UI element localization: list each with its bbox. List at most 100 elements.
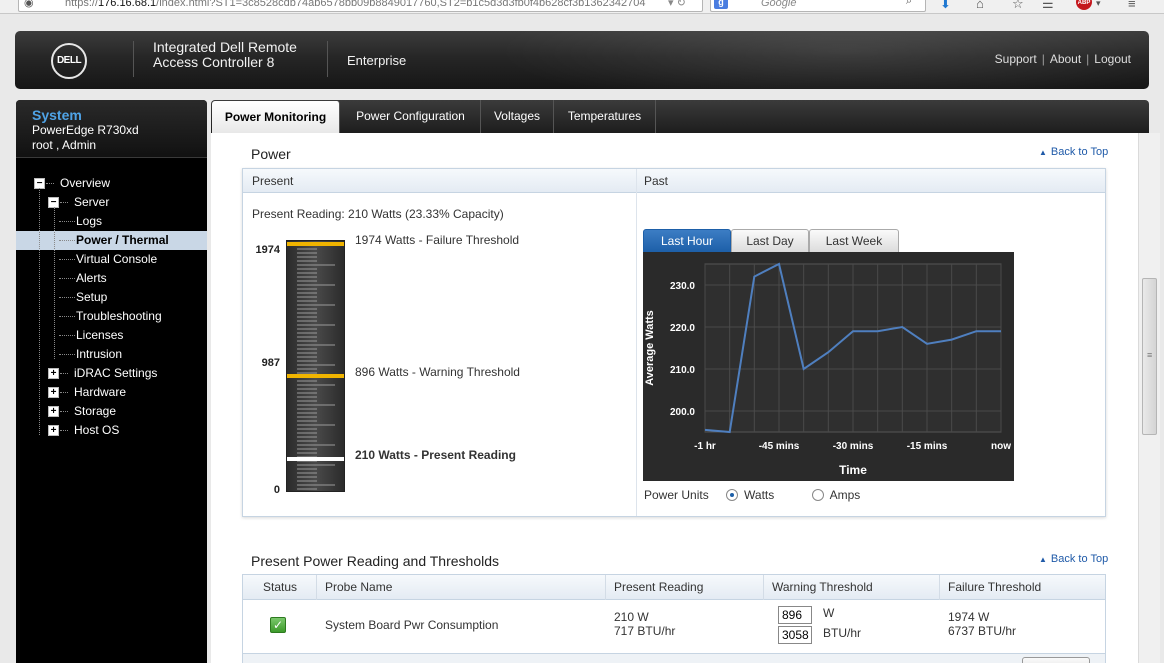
tree-connector <box>59 240 75 241</box>
sidebar-item-power-thermal[interactable]: Power / Thermal <box>16 231 207 250</box>
bookmarks-list-icon[interactable]: ☰ <box>1042 0 1054 12</box>
power-section-title: Power <box>251 146 291 162</box>
present-watts: 210 W <box>614 610 649 624</box>
amps-radio[interactable] <box>811 489 824 501</box>
sidebar-item-overview[interactable]: − Overview <box>16 174 207 193</box>
sidebar-item-hardware[interactable]: + Hardware <box>16 383 207 402</box>
apply-button[interactable] <box>1022 657 1090 663</box>
menu-icon[interactable]: ≡ <box>1128 0 1136 11</box>
sidebar-item-label: Overview <box>60 176 111 190</box>
sidebar-item-alerts[interactable]: Alerts <box>16 269 207 288</box>
sidebar-item-label: Alerts <box>76 271 107 285</box>
sidebar-item-intrusion[interactable]: Intrusion <box>16 345 207 364</box>
expand-icon[interactable]: + <box>48 406 59 417</box>
scrollbar-grip-icon: ≡ <box>1147 350 1153 360</box>
back-to-top-link[interactable]: ▲ Back to Top <box>1039 146 1108 158</box>
x-tick-label: -30 mins <box>833 441 874 452</box>
logout-link[interactable]: Logout <box>1094 52 1131 66</box>
scrollbar-thumb[interactable]: ≡ <box>1142 278 1157 435</box>
sidebar-item-licenses[interactable]: Licenses <box>16 326 207 345</box>
search-icon[interactable]: ⌕ <box>906 0 912 8</box>
system-model: PowerEdge R730xd <box>32 123 139 137</box>
power-units-label: Power Units <box>644 488 709 502</box>
tree-connector <box>60 202 68 203</box>
sidebar-item-label: Virtual Console <box>76 252 158 266</box>
tab-last-week[interactable]: Last Week <box>809 229 899 253</box>
dell-logo: DELL <box>51 43 87 79</box>
sidebar-item-setup[interactable]: Setup <box>16 288 207 307</box>
sidebar-item-server[interactable]: − Server <box>16 193 207 212</box>
tab-power-monitoring[interactable]: Power Monitoring <box>212 101 340 133</box>
link-separator: | <box>1086 52 1090 66</box>
thresholds-section-title: Present Power Reading and Thresholds <box>251 553 500 569</box>
tree-connector <box>59 278 75 279</box>
sidebar-item-host-os[interactable]: + Host OS <box>16 421 207 440</box>
back-to-top-link[interactable]: ▲ Back to Top <box>1039 553 1108 565</box>
search-engine-icon[interactable]: g <box>714 0 728 9</box>
support-link[interactable]: Support <box>995 52 1037 66</box>
expand-icon[interactable]: + <box>48 425 59 436</box>
power-panel-header: Present Past <box>243 169 1105 193</box>
reload-icon[interactable]: ▾ ↻ <box>668 0 686 9</box>
sidebar-item-virtual-console[interactable]: Virtual Console <box>16 250 207 269</box>
header-divider <box>327 41 328 77</box>
url-prefix: https:// <box>65 0 99 9</box>
power-history-chart: 200.0 210.0 220.0 230.0 -1 hr -45 mins -30 min… <box>643 252 1014 481</box>
warning-btu-input[interactable]: 3058 <box>778 626 812 644</box>
y-tick-label: 200.0 <box>670 407 695 418</box>
power-panel: Present Past Present Reading: 210 Watts … <box>242 168 1106 517</box>
sidebar-item-logs[interactable]: Logs <box>16 212 207 231</box>
system-title[interactable]: System <box>32 107 82 123</box>
status-ok-icon: ✓ <box>270 617 286 633</box>
site-identity-icon[interactable]: ◉ <box>24 0 34 9</box>
home-icon[interactable]: ⌂ <box>976 0 984 11</box>
sidebar-item-idrac-settings[interactable]: + iDRAC Settings <box>16 364 207 383</box>
sidebar-item-label: Host OS <box>74 423 120 437</box>
back-to-top-label: Back to Top <box>1050 146 1109 158</box>
failure-watts: 1974 W <box>948 610 990 624</box>
table-row: ✓ System Board Pwr Consumption 210 W 717… <box>243 600 1105 652</box>
edition-label: Enterprise <box>347 53 407 68</box>
amps-label[interactable]: Amps <box>830 488 861 502</box>
tab-last-hour[interactable]: Last Hour <box>643 229 731 253</box>
warning-btu-unit: BTU/hr <box>823 626 862 640</box>
warning-watts-input[interactable]: 896 <box>778 606 812 624</box>
search-input[interactable]: Google <box>710 0 926 12</box>
tree-connector <box>59 259 75 260</box>
y-tick-label: 210.0 <box>670 365 695 376</box>
watts-label[interactable]: Watts <box>744 488 774 502</box>
bookmark-star-icon[interactable]: ☆ <box>1012 0 1024 12</box>
header-divider <box>133 41 134 77</box>
tab-power-configuration[interactable]: Power Configuration <box>341 100 481 133</box>
gauge-ticks <box>297 244 335 490</box>
sidebar-item-label: Setup <box>76 290 108 304</box>
download-icon[interactable]: ⬇ <box>940 0 951 12</box>
warning-threshold-label: 896 Watts - Warning Threshold <box>355 364 520 379</box>
column-present-reading: Present Reading <box>606 575 764 600</box>
adblock-icon[interactable]: ABP <box>1076 0 1092 10</box>
sidebar-item-storage[interactable]: + Storage <box>16 402 207 421</box>
url-host: 176.16.68.1 <box>98 0 157 9</box>
watts-radio[interactable] <box>726 489 739 501</box>
product-name-line1: Integrated Dell Remote <box>153 39 297 55</box>
thresholds-table: Status Probe Name Present Reading Warnin… <box>242 574 1106 663</box>
about-link[interactable]: About <box>1050 52 1081 66</box>
tree-connector <box>59 335 75 336</box>
expand-icon[interactable]: + <box>48 368 59 379</box>
tab-last-day[interactable]: Last Day <box>731 229 809 253</box>
tab-temperatures[interactable]: Temperatures <box>554 100 656 133</box>
system-summary: System PowerEdge R730xd root , Admin <box>16 100 207 158</box>
power-units: Power Units Watts Amps <box>644 488 860 502</box>
y-axis-title: Average Watts <box>644 310 656 386</box>
page-scrollbar[interactable]: ≡ <box>1138 133 1160 663</box>
expand-icon[interactable]: + <box>48 387 59 398</box>
present-header: Present <box>252 174 294 188</box>
tab-voltages[interactable]: Voltages <box>481 100 554 133</box>
sidebar-item-label: Logs <box>76 214 103 228</box>
url-bar[interactable]: https://176.16.68.1/index.html?ST1=3c852… <box>18 0 703 12</box>
sidebar-item-troubleshooting[interactable]: Troubleshooting <box>16 307 207 326</box>
chevron-down-icon[interactable]: ▾ <box>1096 0 1101 9</box>
column-status: Status <box>243 575 317 600</box>
tree-connector <box>59 316 75 317</box>
tab-bar: Power Monitoring Power Configuration Vol… <box>211 100 1149 133</box>
